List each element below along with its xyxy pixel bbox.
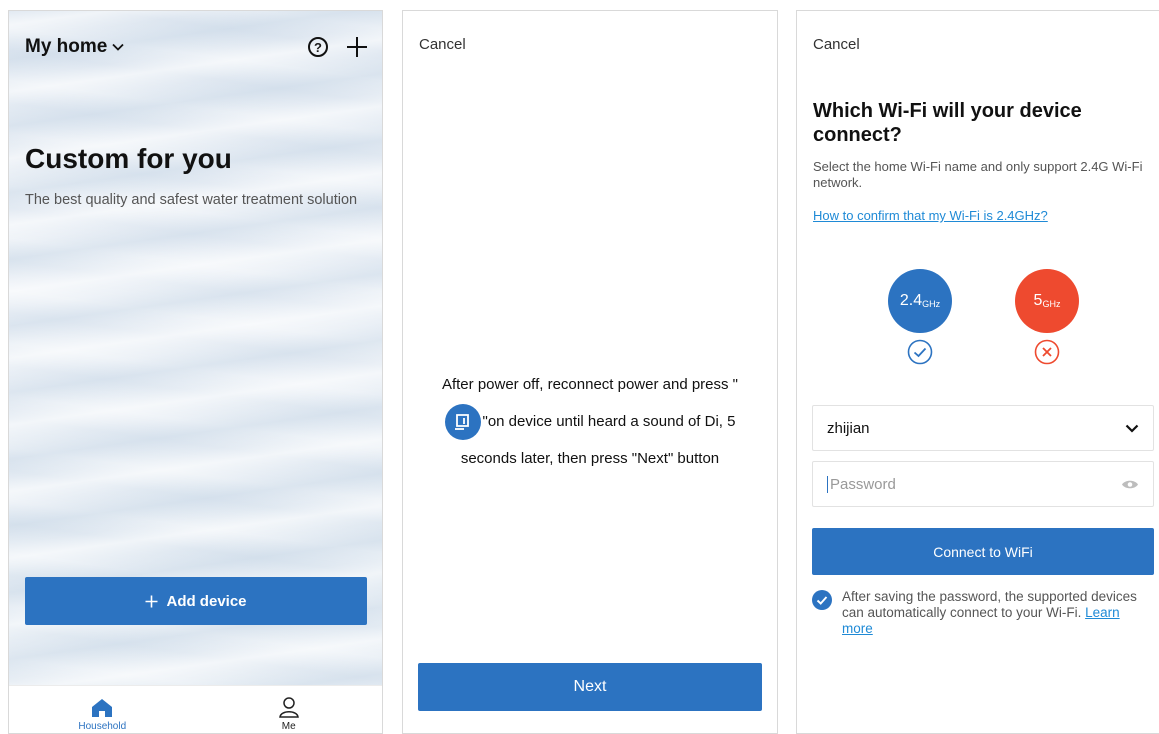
instruction-line: After power off, reconnect power and pre… (441, 376, 739, 393)
tab-household[interactable]: Household (9, 686, 196, 733)
band-5ghz-badge: 5 GHz (1015, 269, 1079, 333)
home-icon (92, 699, 113, 717)
add-device-button[interactable]: Add device (25, 577, 367, 625)
home-header: My home ? (25, 35, 368, 59)
instruction-line-with-icon: "on device until heard a sound of Di, 5 (403, 403, 777, 440)
checkbox-checked-icon[interactable] (812, 590, 832, 610)
device-button-icon (444, 403, 481, 440)
check-circle-icon (907, 339, 933, 365)
wifi-select-screen: Cancel Which Wi-Fi will your device conn… (796, 10, 1159, 734)
instruction-line: seconds later, then press "Next" button (460, 450, 720, 467)
plus-icon (145, 595, 158, 607)
bottom-tab-bar: Household Me (9, 685, 382, 733)
person-icon (278, 697, 299, 718)
hero-title: Custom for you (25, 143, 232, 174)
tab-me[interactable]: Me (196, 686, 383, 733)
reset-instructions: After power off, reconnect power and pre… (403, 366, 777, 477)
wifi-name-select[interactable]: zhijian (812, 405, 1154, 451)
save-password-note: After saving the password, the supported… (842, 589, 1154, 637)
wifi-description: Select the home Wi-Fi name and only supp… (813, 159, 1143, 190)
tab-label-me: Me (281, 721, 296, 732)
add-device-label: Add device (166, 592, 247, 610)
reset-instruction-screen: Cancel After power off, reconnect power … (402, 10, 778, 734)
save-password-option: After saving the password, the supported… (812, 589, 1154, 637)
home-selector[interactable]: My home (25, 36, 107, 58)
cancel-button[interactable]: Cancel (813, 36, 860, 53)
band-24ghz-badge: 2.4 GHz (888, 269, 952, 333)
next-button[interactable]: Next (418, 663, 762, 711)
hero-subtitle: The best quality and safest water treatm… (25, 192, 358, 208)
password-input[interactable] (827, 475, 1121, 493)
eye-icon[interactable] (1121, 479, 1139, 490)
chevron-down-icon[interactable] (112, 43, 124, 51)
home-screen: My home ? Custom for you The best qualit… (8, 10, 383, 734)
password-field[interactable] (812, 461, 1154, 507)
connect-wifi-button[interactable]: Connect to WiFi (812, 528, 1154, 575)
instruction-text: "on device until heard a sound of Di, 5 (482, 413, 736, 430)
cancel-button[interactable]: Cancel (419, 36, 466, 53)
band-5ghz-value: 5 (1033, 292, 1043, 309)
page-title: Which Wi-Fi will your device connect? (813, 100, 1082, 146)
band-5ghz-unit: GHz (1042, 298, 1061, 309)
wifi-help-link[interactable]: How to confirm that my Wi-Fi is 2.4GHz? (813, 208, 1048, 223)
chevron-down-icon (1125, 424, 1139, 433)
band-24ghz-value: 2.4 (899, 292, 923, 309)
cross-circle-icon (1034, 339, 1060, 365)
tab-label-household: Household (78, 721, 127, 732)
help-icon[interactable]: ? (308, 37, 328, 57)
band-24ghz-unit: GHz (922, 298, 941, 309)
wifi-name-value: zhijian (827, 419, 870, 437)
plus-icon[interactable] (346, 36, 368, 58)
